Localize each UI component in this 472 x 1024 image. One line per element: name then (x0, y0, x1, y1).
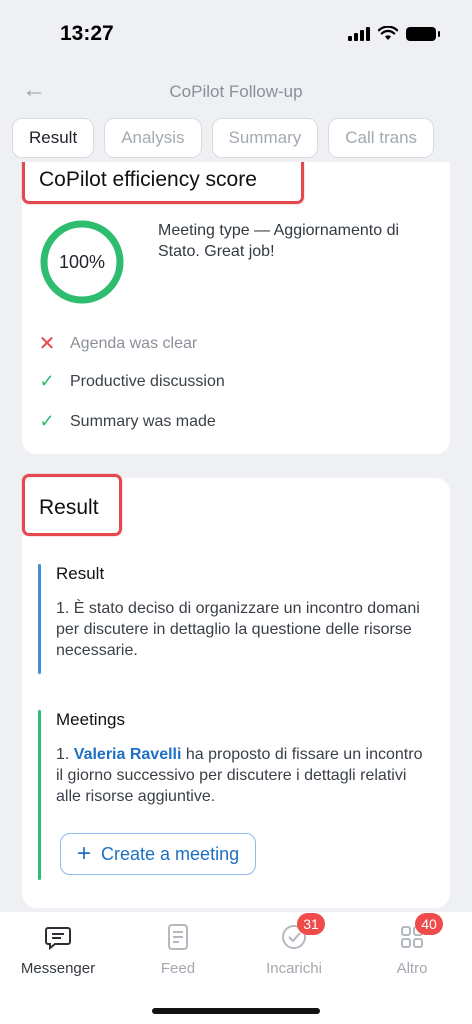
home-indicator (152, 1008, 320, 1014)
status-bar: 13:27 (0, 0, 472, 70)
criterion-agenda: ✕ Agenda was clear (38, 331, 198, 356)
tab-summary[interactable]: Summary (211, 118, 319, 158)
criterion-label: Productive discussion (70, 372, 225, 390)
x-icon: ✕ (38, 333, 56, 355)
person-link[interactable]: Valeria Ravelli (74, 746, 182, 763)
result-section: Result 1. È stato deciso di organizzare … (38, 564, 434, 674)
wifi-icon (378, 26, 398, 40)
score-value: 100% (58, 251, 106, 272)
cellular-signal-icon (348, 26, 370, 41)
tabbar-label: Incarichi (266, 960, 322, 977)
result-card-title: Result (39, 496, 99, 519)
tabbar-label: Altro (396, 960, 428, 977)
tabbar-item-feed[interactable]: Feed (128, 922, 228, 977)
tabbar-item-messenger[interactable]: Messenger (8, 922, 108, 977)
notification-badge: 40 (415, 913, 443, 935)
status-icons (348, 26, 440, 41)
content-area[interactable]: CoPilot efficiency score 100% Meeting ty… (0, 162, 472, 912)
check-circle-icon: 31 (279, 913, 325, 952)
criterion-summary-made: ✓ Summary was made (38, 411, 216, 432)
feed-icon (163, 922, 193, 952)
battery-icon (406, 26, 440, 41)
nav-header: ← CoPilot Follow-up (0, 70, 472, 114)
page-title: CoPilot Follow-up (169, 82, 303, 101)
check-icon: ✓ (39, 371, 55, 391)
tabbar-label: Messenger (20, 960, 96, 977)
meetings-section-text: 1. Valeria Ravelli ha proposto di fissar… (56, 744, 434, 807)
tab-analysis[interactable]: Analysis (104, 118, 202, 158)
tab-call-transcript[interactable]: Call trans (328, 118, 435, 158)
tab-result[interactable]: Result (12, 118, 95, 158)
result-card: Result Result 1. È stato deciso di organ… (22, 474, 450, 908)
list-number: 1. (56, 746, 74, 763)
chat-icon (43, 922, 73, 952)
tab-strip: Result Analysis Summary Call trans (12, 118, 472, 160)
create-meeting-button[interactable]: + Create a meeting (60, 833, 257, 875)
notification-badge: 31 (297, 913, 325, 935)
tabbar-item-incarichi[interactable]: 31 Incarichi (244, 913, 344, 977)
plus-icon: + (77, 840, 92, 867)
create-meeting-label: Create a meeting (101, 843, 240, 864)
tabbar-item-altro[interactable]: 40 Altro (362, 913, 462, 977)
criterion-label: Agenda was clear (70, 334, 198, 352)
criterion-label: Summary was made (70, 412, 216, 430)
meetings-section-title: Meetings (56, 710, 125, 729)
efficiency-score-card: CoPilot efficiency score 100% Meeting ty… (22, 162, 450, 454)
criterion-productive-discussion: ✓ Productive discussion (38, 371, 225, 392)
meeting-type-text: Meeting type — Aggiornamento di Stato. G… (158, 222, 400, 260)
check-icon: ✓ (39, 411, 55, 431)
tabbar-label: Feed (160, 960, 196, 977)
status-time: 13:27 (60, 22, 114, 45)
score-card-title: CoPilot efficiency score (39, 168, 257, 191)
result-section-title: Result (56, 564, 105, 583)
result-section-text: 1. È stato deciso di organizzare un inco… (56, 600, 420, 659)
grid-icon: 40 (397, 913, 443, 952)
